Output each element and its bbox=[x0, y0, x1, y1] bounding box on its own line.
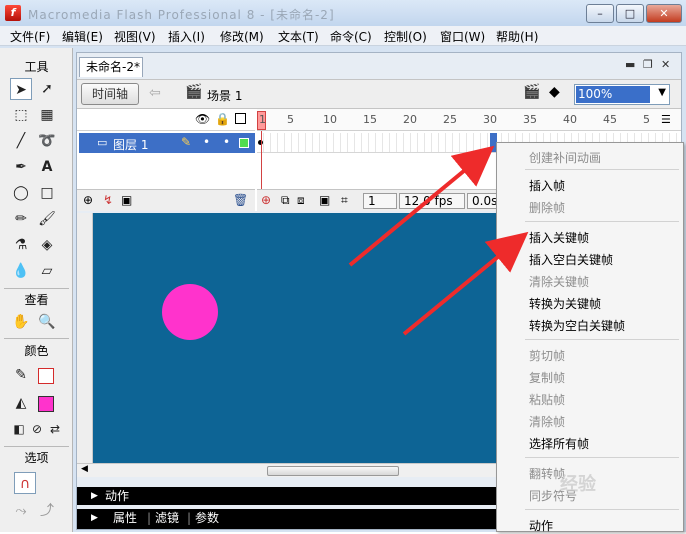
app-window: f Macromedia Flash Professional 8 - [未命名… bbox=[0, 0, 686, 533]
arrow-to-selected-frame bbox=[348, 145, 495, 267]
watermark: 经验 bbox=[560, 474, 596, 495]
annotation-arrows bbox=[348, 145, 529, 336]
arrow-to-insert-keyframe bbox=[402, 231, 529, 336]
